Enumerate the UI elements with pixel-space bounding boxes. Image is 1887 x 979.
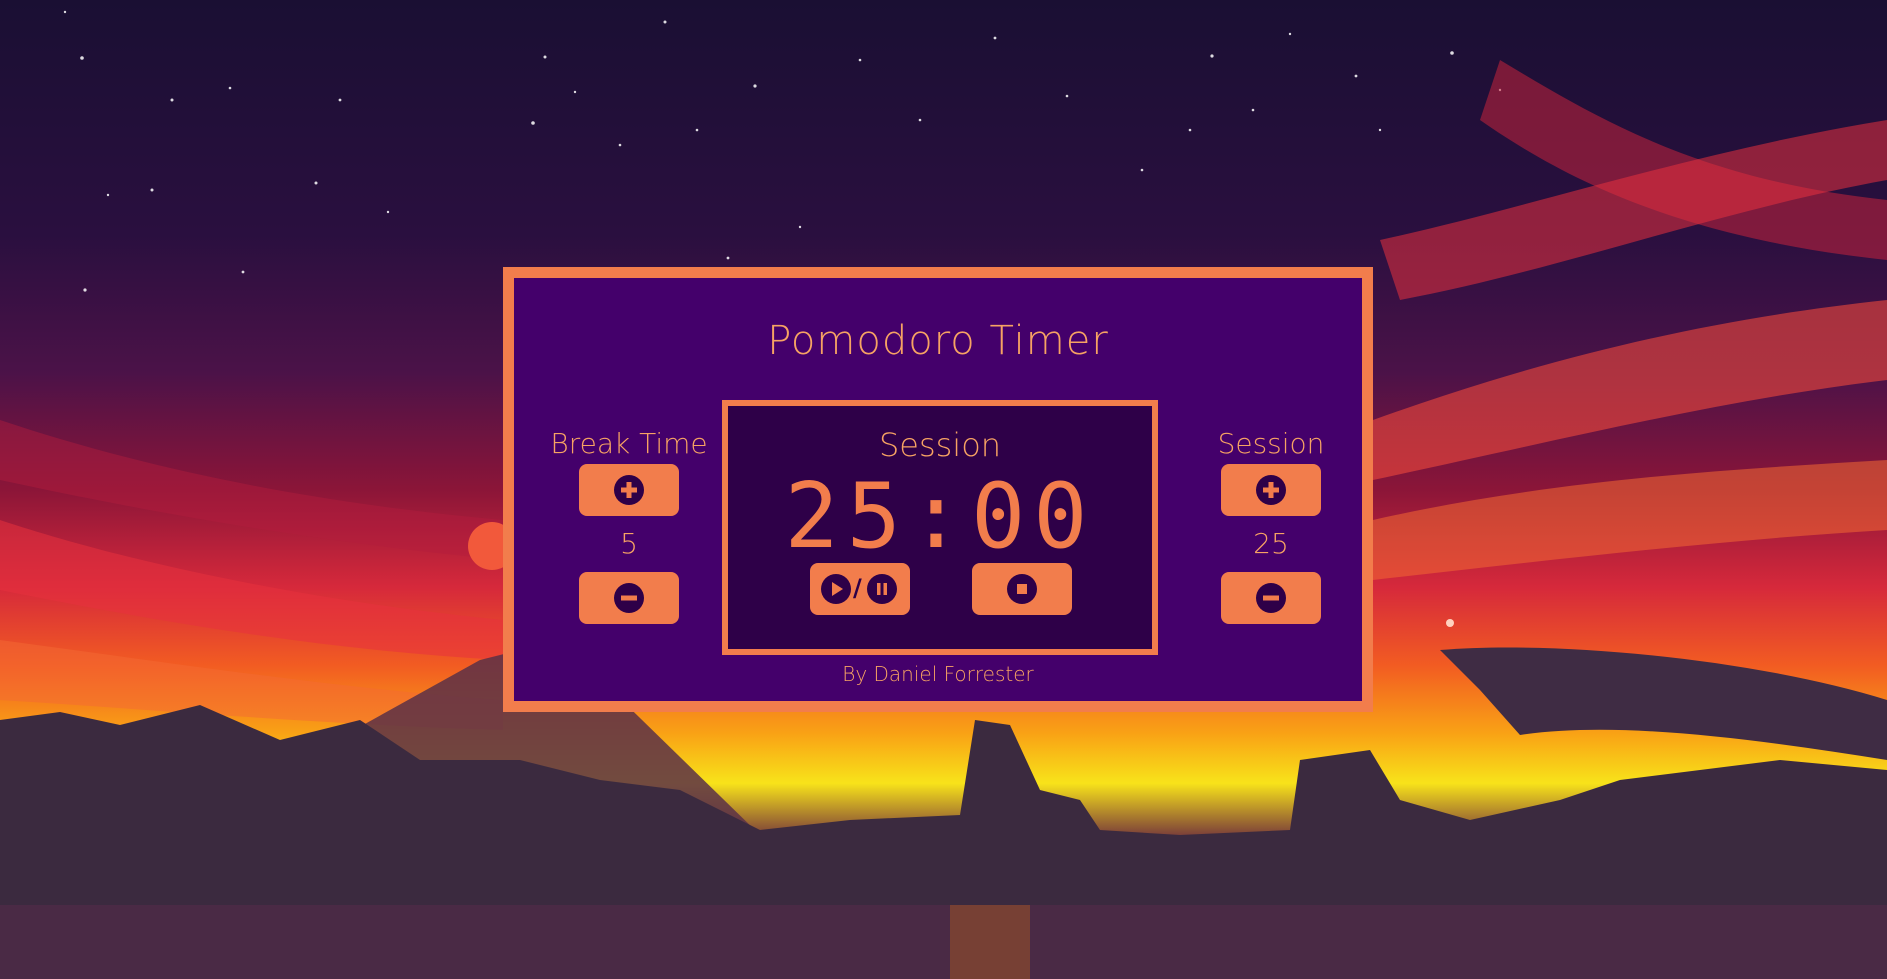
pomodoro-card: Pomodoro Timer Break Time 5 Session 25:0 xyxy=(503,267,1373,712)
plus-circle-icon xyxy=(1256,475,1286,505)
break-time-panel: Break Time 5 xyxy=(544,424,714,624)
session-time-label: Session Time xyxy=(1217,427,1325,500)
break-time-value: 5 xyxy=(620,527,638,560)
break-increment-button[interactable] xyxy=(579,464,679,516)
minus-circle-icon xyxy=(1256,583,1286,613)
minus-circle-icon xyxy=(614,583,644,613)
session-decrement-button[interactable] xyxy=(1221,572,1321,624)
pause-icon xyxy=(867,574,897,604)
play-pause-separator: / xyxy=(853,574,862,602)
water-reflection xyxy=(0,905,1887,979)
stop-button[interactable] xyxy=(972,563,1072,615)
background-scene: Pomodoro Timer Break Time 5 Session 25:0 xyxy=(0,0,1887,979)
stars xyxy=(63,10,1502,292)
rock-arch xyxy=(1440,647,1887,760)
session-time-value: 25 xyxy=(1253,527,1289,560)
author-credit: By Daniel Forrester xyxy=(842,662,1034,686)
plus-circle-icon xyxy=(614,475,644,505)
session-time-panel: Session Time 25 xyxy=(1186,424,1356,624)
break-decrement-button[interactable] xyxy=(579,572,679,624)
foreground-silhouette xyxy=(0,705,1887,905)
page-title: Pomodoro Timer xyxy=(767,318,1109,364)
timer-display: Session 25:00 / xyxy=(722,400,1158,655)
play-pause-button[interactable]: / xyxy=(810,563,910,615)
session-increment-button[interactable] xyxy=(1221,464,1321,516)
timer-mode-label: Session xyxy=(878,426,1002,464)
lighthouse-light xyxy=(1446,619,1454,627)
timer-countdown: 25:00 xyxy=(784,464,1096,569)
break-time-label: Break Time xyxy=(550,427,708,460)
play-icon xyxy=(821,574,851,604)
stop-icon xyxy=(1007,574,1037,604)
